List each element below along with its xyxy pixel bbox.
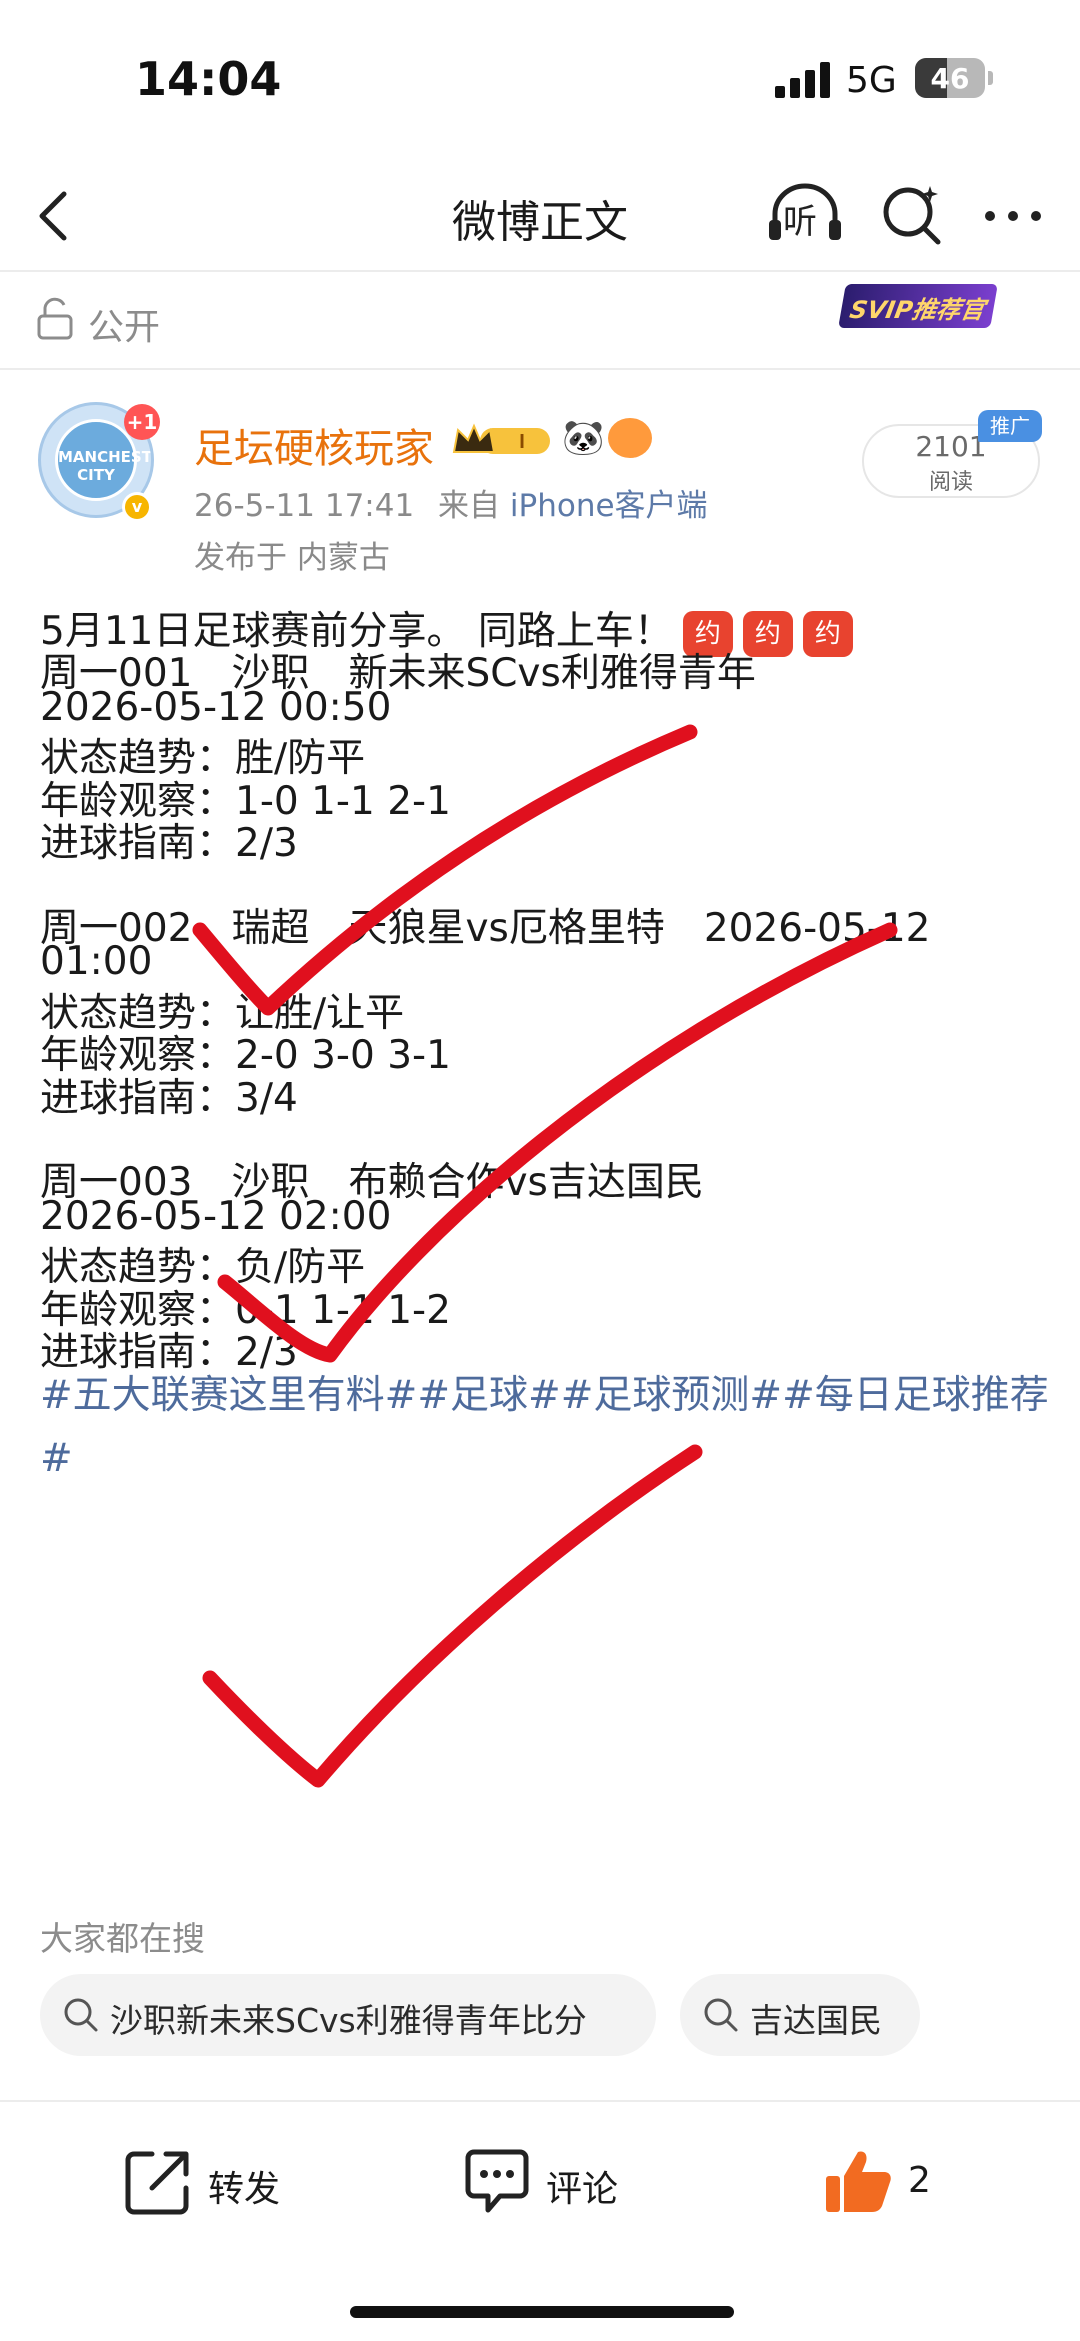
battery-cap bbox=[988, 71, 993, 85]
svip-badge: SVIP推荐官 bbox=[838, 284, 998, 328]
club-crest-icon: MANCHESTER CITY bbox=[55, 419, 152, 501]
home-indicator bbox=[350, 2306, 734, 2318]
yue-emoji-icon: 约 bbox=[802, 610, 853, 657]
thumbs-up-icon bbox=[826, 2151, 891, 2212]
vip-level: I bbox=[519, 431, 525, 453]
comment-label: 评论 bbox=[546, 2169, 619, 2210]
source-client[interactable]: iPhone客户端 bbox=[510, 488, 708, 524]
like-button[interactable]: 2 bbox=[822, 2144, 952, 2224]
hashtags[interactable]: #五大联赛这里有料##足球##足球预测##每日足球推荐# bbox=[40, 1364, 1050, 1490]
promo-tag: 推广 bbox=[978, 410, 1042, 442]
search-suggestions-title: 大家都在搜 bbox=[40, 1919, 205, 1958]
fish-icon bbox=[608, 418, 652, 458]
match-time: 2026-05-12 00:50 bbox=[40, 685, 392, 730]
like-count: 2 bbox=[908, 2160, 931, 2201]
listen-button[interactable]: 听 bbox=[765, 178, 845, 248]
comment-button[interactable]: 评论 bbox=[460, 2144, 660, 2224]
match-time: 01:00 bbox=[40, 939, 153, 984]
comment-icon bbox=[465, 2149, 529, 2213]
post-meta: 26-5-11 17:41 来自 iPhone客户端 bbox=[194, 480, 708, 525]
nav-bar: 微博正文 听 bbox=[0, 160, 1080, 270]
search-chip-label: 沙职新未来SCvs利雅得青年比分 bbox=[110, 2001, 587, 2040]
unlock-icon bbox=[37, 297, 73, 340]
repost-label: 转发 bbox=[208, 2169, 281, 2210]
more-icon[interactable] bbox=[978, 178, 1048, 248]
svip-badge-text: SVIP推荐官 bbox=[847, 296, 987, 324]
vip-crown-icon[interactable]: I bbox=[450, 420, 554, 460]
verified-icon: v bbox=[122, 492, 152, 522]
avatar-badge: +1 bbox=[124, 404, 160, 440]
battery-level: 46 bbox=[930, 62, 970, 95]
search-chip[interactable]: 沙职新未来SCvs利雅得青年比分 bbox=[40, 1974, 656, 2056]
signal-icon bbox=[775, 62, 835, 98]
checkmark-icon bbox=[202, 1444, 703, 1788]
avatar-text: MANCHESTER CITY bbox=[58, 448, 152, 484]
author-name[interactable]: 足坛硬核玩家 bbox=[194, 416, 434, 474]
divider bbox=[0, 368, 1080, 370]
status-bar: 14:04 5G 46 bbox=[0, 0, 1080, 160]
status-time: 14:04 bbox=[135, 52, 282, 106]
battery-icon: 46 bbox=[915, 58, 985, 98]
post-date: 26-5-11 17:41 bbox=[194, 488, 415, 524]
match-header: 周一002 瑞超 天狼星vs厄格里特 2026-05-12 bbox=[40, 906, 931, 951]
panda-icon: 🐼 bbox=[562, 418, 605, 458]
source-prefix: 来自 bbox=[438, 488, 501, 524]
post-location: 发布于 内蒙古 bbox=[194, 540, 390, 576]
match-goals: 进球指南：2/3 bbox=[40, 821, 298, 866]
divider bbox=[0, 2100, 1080, 2102]
repost-button[interactable]: 转发 bbox=[122, 2144, 322, 2224]
search-chip[interactable]: 吉达国民 bbox=[680, 1974, 920, 2056]
action-bar: 转发 评论 2 bbox=[0, 2104, 1080, 2254]
visibility-row: 公开 SVIP推荐官 bbox=[0, 272, 1080, 368]
match-time: 2026-05-12 02:00 bbox=[40, 1194, 392, 1239]
visibility-label: 公开 bbox=[88, 307, 161, 348]
search-icon bbox=[64, 1998, 98, 2032]
search-icon[interactable] bbox=[878, 178, 948, 248]
read-label: 阅读 bbox=[928, 470, 973, 495]
search-chip-label: 吉达国民 bbox=[750, 2001, 882, 2040]
search-icon bbox=[704, 1998, 738, 2032]
share-icon bbox=[125, 2151, 189, 2215]
match-goals: 进球指南：3/4 bbox=[40, 1076, 298, 1121]
network-type: 5G bbox=[846, 60, 897, 101]
listen-label: 听 bbox=[783, 202, 817, 242]
